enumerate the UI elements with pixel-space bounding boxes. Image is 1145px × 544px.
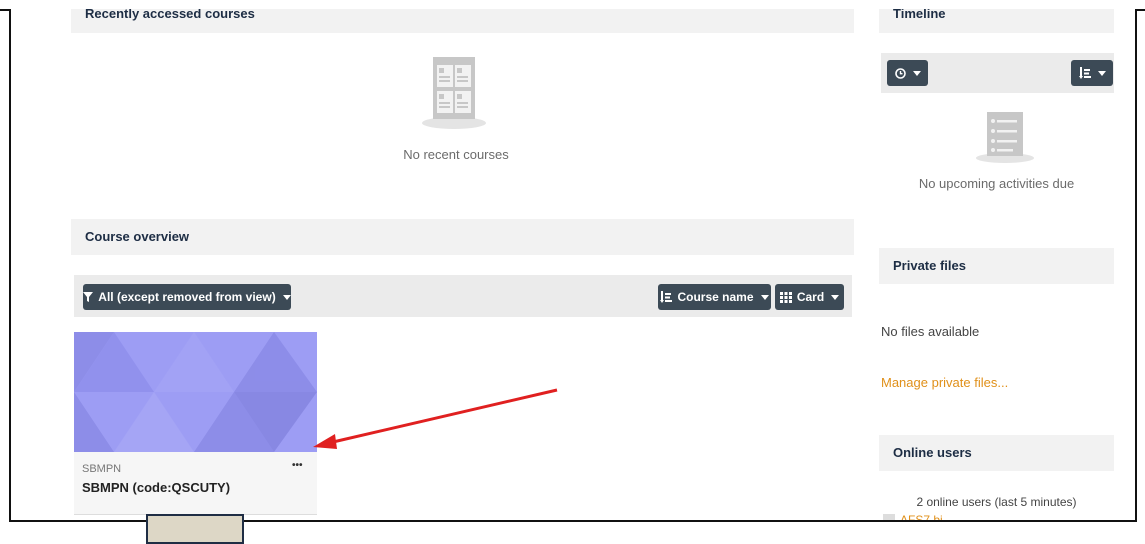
annotation-arrow <box>313 388 558 449</box>
online-users-header: Online users <box>879 435 1114 471</box>
course-overview-title: Course overview <box>85 229 190 244</box>
sort-dropdown-button[interactable]: Course name <box>658 284 771 310</box>
online-users-title: Online users <box>893 445 972 460</box>
course-category: SBMPN <box>82 463 122 475</box>
no-files-text: No files available <box>881 324 980 339</box>
course-card-image[interactable] <box>74 332 317 452</box>
chevron-down-icon <box>760 294 769 300</box>
no-activities-text: No upcoming activities due <box>918 176 1075 191</box>
timeline-header: Timeline <box>879 9 1114 33</box>
timeline-sort-button[interactable] <box>1071 60 1113 86</box>
timeline-filter-button[interactable] <box>887 60 928 86</box>
view-label: Card <box>796 290 825 304</box>
recent-courses-header: Recently accessed courses <box>71 9 854 33</box>
no-recent-courses-text: No recent courses <box>403 147 509 162</box>
chevron-down-icon <box>912 70 921 76</box>
online-users-count: 2 online users (last 5 minutes) <box>916 495 1077 509</box>
sort-icon <box>1078 67 1091 79</box>
sort-label: Course name <box>677 290 754 304</box>
private-files-title: Private files <box>893 258 966 273</box>
grid-icon <box>779 291 792 303</box>
recent-courses-title: Recently accessed courses <box>85 9 255 21</box>
filter-label: All (except removed from view) <box>98 290 276 304</box>
manage-private-files-link[interactable]: Manage private files... <box>881 375 1008 390</box>
course-menu-button[interactable]: ••• <box>292 460 303 471</box>
timeline-title: Timeline <box>893 9 946 21</box>
course-name-link[interactable]: SBMPN (code:QSCUTY) <box>82 480 230 495</box>
clock-icon <box>894 67 906 79</box>
overlay-box <box>146 514 244 544</box>
filter-icon <box>83 292 94 302</box>
course-overview-header: Course overview <box>71 219 854 255</box>
online-user-item[interactable]: AFS7 bi <box>883 513 943 520</box>
online-user-name[interactable]: AFS7 bi <box>900 513 943 520</box>
avatar <box>883 514 895 520</box>
view-dropdown-button[interactable]: Card <box>775 284 844 310</box>
activities-empty-icon <box>975 112 1035 169</box>
chevron-down-icon <box>1097 70 1106 76</box>
courses-empty-icon <box>421 57 487 129</box>
course-card[interactable]: SBMPN ••• SBMPN (code:QSCUTY) <box>74 332 317 515</box>
sort-icon <box>660 291 673 303</box>
page-frame: Recently accessed courses No recent cour… <box>9 9 1137 522</box>
chevron-down-icon <box>282 294 291 300</box>
chevron-down-icon <box>831 294 840 300</box>
filter-dropdown-button[interactable]: All (except removed from view) <box>83 284 291 310</box>
private-files-header: Private files <box>879 248 1114 284</box>
